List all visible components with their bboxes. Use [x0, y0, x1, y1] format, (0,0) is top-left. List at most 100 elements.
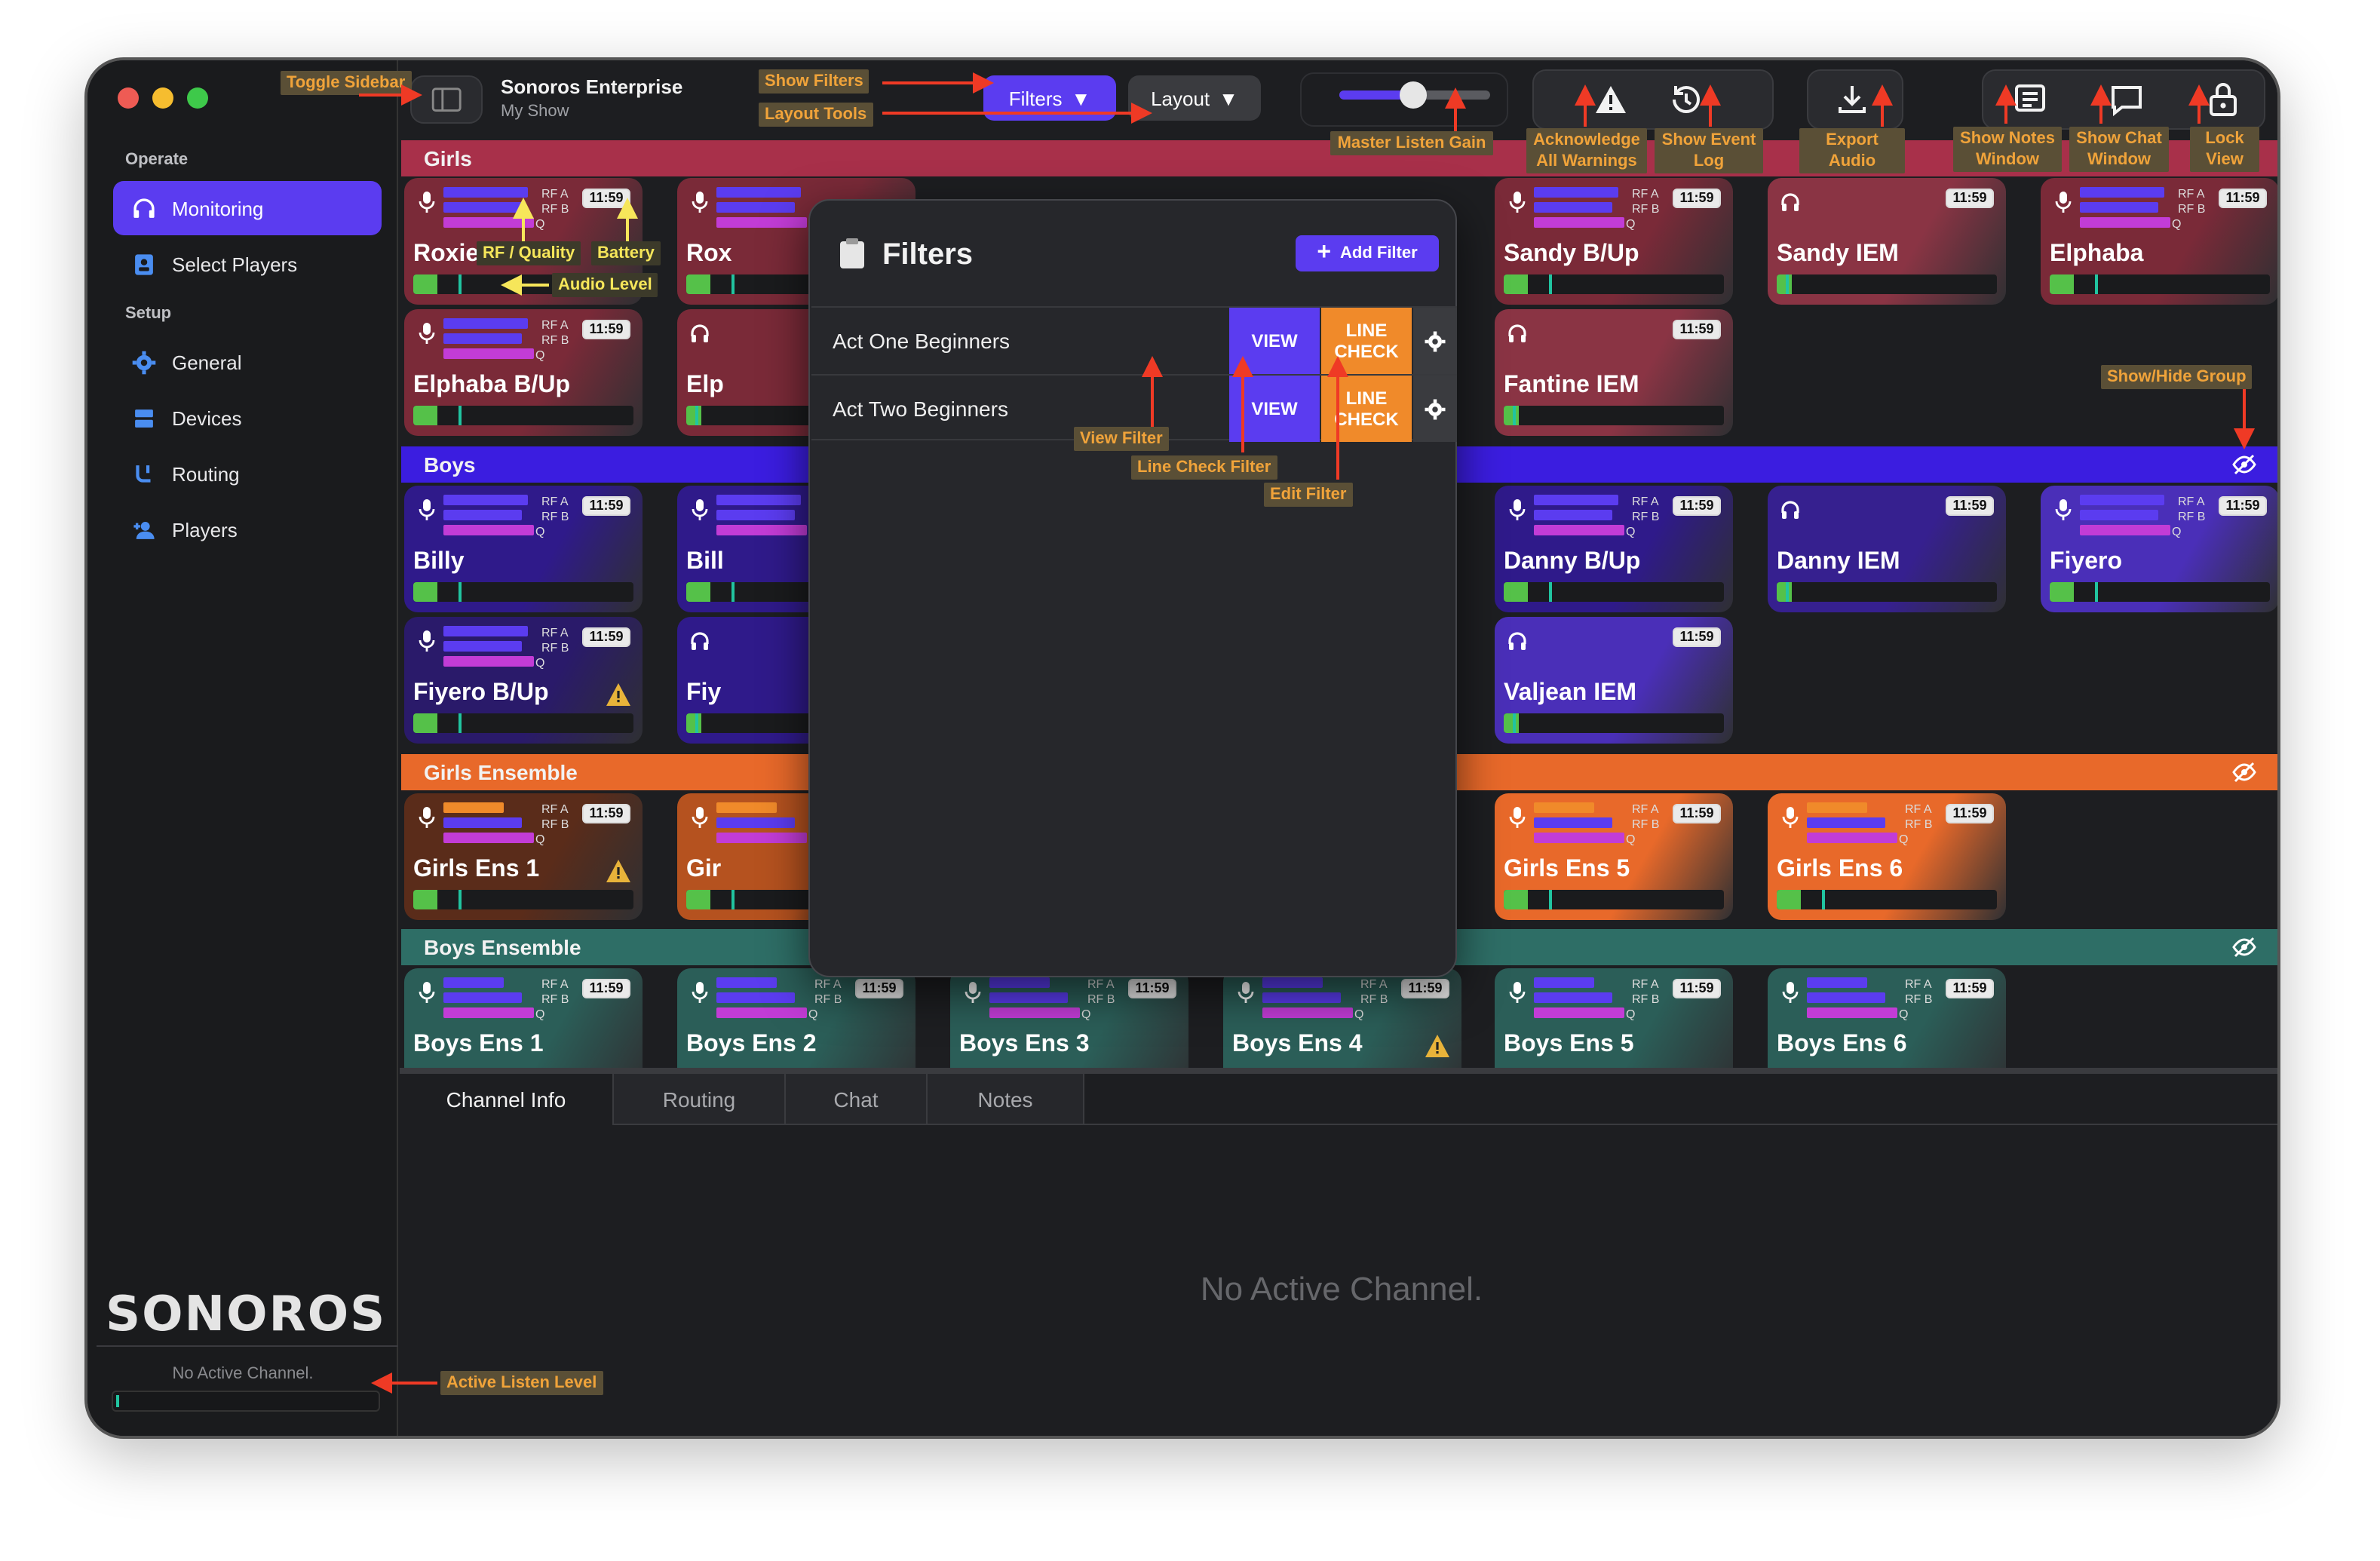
- group-title: Boys: [424, 452, 476, 477]
- tab-bar-divider: [1084, 1124, 2277, 1125]
- callout-acknowledge-warnings: Acknowledge All Warnings: [1526, 128, 1647, 173]
- acknowledge-warnings-button[interactable]: [1581, 69, 1641, 130]
- rf-labels: RF A RF BQ: [535, 495, 569, 538]
- add-filter-button[interactable]: + Add Filter: [1296, 235, 1439, 271]
- edit-filter-button[interactable]: [1413, 376, 1457, 442]
- master-listen-gain-slider[interactable]: [1339, 81, 1490, 109]
- eye-slash-icon[interactable]: [2232, 760, 2256, 784]
- rf-quality-meters: [1534, 187, 1624, 232]
- active-channel-label: No Active Channel.: [172, 1365, 314, 1383]
- filters-label: Filters: [1008, 87, 1063, 109]
- channel-name: Gir: [686, 857, 722, 882]
- tab-chat[interactable]: Chat: [786, 1074, 928, 1125]
- channel-name: Sandy B/Up: [1504, 241, 1639, 267]
- channel-name: Fiyero B/Up: [413, 680, 549, 706]
- channel-name: Sandy IEM: [1777, 241, 1899, 267]
- callout-show-event-log: Show Event Log: [1655, 128, 1763, 173]
- filters-button[interactable]: Filters ▼: [983, 75, 1116, 121]
- toggle-sidebar-button[interactable]: [410, 75, 483, 124]
- sidebar-item-routing[interactable]: Routing: [113, 446, 382, 501]
- eye-slash-icon[interactable]: [2232, 935, 2256, 959]
- microphone-icon: [1782, 807, 1799, 828]
- callout-show-notes-window: Show Notes Window: [1953, 127, 2062, 172]
- sidebar-item-devices[interactable]: Devices: [113, 391, 382, 445]
- channel-name: Roxie: [413, 241, 480, 267]
- audio-level-meter: [1504, 890, 1724, 909]
- rf-labels: RF A RF BQ: [2172, 495, 2206, 538]
- channel-detail-panel: Channel Info Routing Chat Notes No Activ…: [400, 1068, 2277, 1436]
- warning-icon[interactable]: [606, 683, 630, 706]
- callout-layout-tools: Layout Tools: [759, 103, 873, 127]
- show-chat-window-button[interactable]: [2096, 69, 2157, 130]
- lock-view-button[interactable]: [2193, 69, 2253, 130]
- microphone-icon: [692, 982, 708, 1003]
- routing-icon: [136, 465, 151, 482]
- warning-icon[interactable]: [606, 860, 630, 882]
- audio-level-meter: [413, 406, 633, 425]
- channel-card[interactable]: RF A RF B Q 11:59 Danny B/Up: [1495, 486, 1733, 612]
- channel-name: Valjean IEM: [1504, 680, 1637, 706]
- audio-level-meter: [1504, 406, 1724, 425]
- channel-card[interactable]: RF A RF B Q 11:59 Sandy B/Up: [1495, 178, 1733, 305]
- microphone-icon: [692, 192, 708, 213]
- rf-labels: RF A RF BQ: [535, 626, 569, 670]
- channel-card[interactable]: RF A RF B Q 11:59 Girls Ens 1: [404, 793, 643, 920]
- warning-icon: [1596, 86, 1626, 113]
- channel-card[interactable]: RF A RF B Q 11:59 Fiyero B/Up: [404, 617, 643, 744]
- channel-card[interactable]: RF A RF B Q 11:59 Elphaba B/Up: [404, 309, 643, 436]
- rf-labels: RF A RF BQ: [535, 187, 569, 231]
- zoom-window-button[interactable]: [187, 87, 208, 109]
- channel-card[interactable]: RF A RF B Q 11:59 Girls Ens 6: [1768, 793, 2006, 920]
- channel-card[interactable]: RF A RF B Q 11:59 Girls Ens 5: [1495, 793, 1733, 920]
- tab-routing[interactable]: Routing: [614, 1074, 786, 1125]
- channel-name: Girls Ens 1: [413, 857, 540, 882]
- channel-card[interactable]: RF A RF B Q 11:59 Fiyero: [2041, 486, 2277, 612]
- sidebar-item-general[interactable]: General: [113, 335, 382, 389]
- rf-labels: RF A RF BQ: [1626, 977, 1660, 1021]
- channel-name: Girls Ens 5: [1504, 857, 1630, 882]
- rf-quality-meters: [2080, 187, 2170, 232]
- rf-labels: RF A RF BQ: [1354, 977, 1388, 1021]
- sidebar: Operate Monitoring Select Players Setup …: [87, 60, 398, 1436]
- rf-labels: RF A RF BQ: [1626, 802, 1660, 846]
- sidebar-icon: [431, 87, 462, 112]
- rf-quality-meters: [443, 187, 534, 232]
- headphones-icon: [1508, 632, 1526, 650]
- tab-channel-info[interactable]: Channel Info: [400, 1074, 614, 1125]
- window-controls: [118, 87, 208, 109]
- line-check-filter-button[interactable]: LINE CHECK: [1321, 308, 1412, 374]
- channel-card[interactable]: 11:59 Danny IEM: [1768, 486, 2006, 612]
- filter-row[interactable]: Act One Beginners VIEW LINE CHECK: [811, 306, 1457, 374]
- callout-master-listen-gain: Master Listen Gain: [1330, 131, 1493, 155]
- eye-slash-icon[interactable]: [2232, 452, 2256, 477]
- sidebar-item-monitoring[interactable]: Monitoring: [113, 181, 382, 235]
- section-label-operate: Operate: [125, 151, 189, 169]
- warning-icon[interactable]: [1425, 1035, 1449, 1057]
- line-check-filter-button[interactable]: LINE CHECK: [1321, 376, 1412, 442]
- view-filter-button[interactable]: VIEW: [1229, 308, 1320, 374]
- divider: [97, 1345, 398, 1347]
- clipboard-icon: [840, 238, 864, 268]
- close-window-button[interactable]: [118, 87, 139, 109]
- view-filter-button[interactable]: VIEW: [1229, 376, 1320, 442]
- channel-card[interactable]: 11:59 Sandy IEM: [1768, 178, 2006, 305]
- headphones-icon: [691, 324, 709, 342]
- export-audio-button[interactable]: [1822, 69, 1882, 130]
- sidebar-item-select-players[interactable]: Select Players: [113, 237, 382, 291]
- channel-card[interactable]: RF A RF B Q 11:59 Elphaba: [2041, 178, 2277, 305]
- edit-filter-button[interactable]: [1413, 308, 1457, 374]
- show-event-log-button[interactable]: [1656, 69, 1716, 130]
- callout-lock-view: Lock View: [2190, 127, 2259, 172]
- sidebar-item-label: General: [172, 351, 242, 373]
- tab-notes[interactable]: Notes: [928, 1074, 1084, 1125]
- callout-show-chat-window: Show Chat Window: [2069, 127, 2169, 172]
- sidebar-item-players[interactable]: Players: [113, 502, 382, 557]
- app-title: Sonoros Enterprise: [501, 75, 683, 98]
- channel-card[interactable]: RF A RF B Q 11:59 Billy: [404, 486, 643, 612]
- battery-indicator: 11:59: [1673, 320, 1721, 339]
- minimize-window-button[interactable]: [152, 87, 173, 109]
- show-notes-window-button[interactable]: [2000, 69, 2060, 130]
- layout-button[interactable]: Layout ▼: [1128, 75, 1261, 121]
- channel-card[interactable]: 11:59 Valjean IEM: [1495, 617, 1733, 744]
- channel-card[interactable]: 11:59 Fantine IEM: [1495, 309, 1733, 436]
